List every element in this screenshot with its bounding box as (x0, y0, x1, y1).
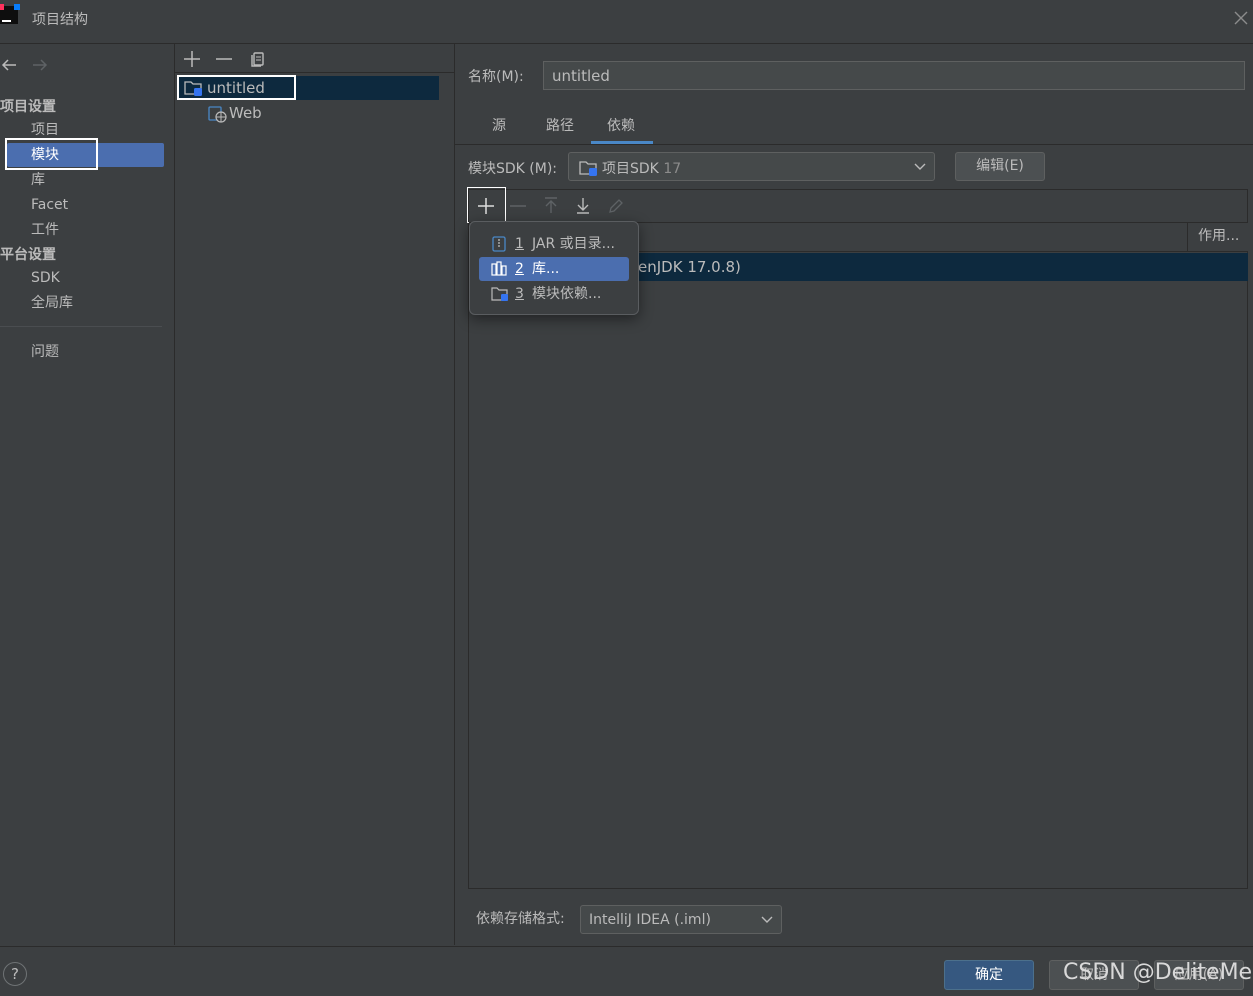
menu-item-module-dependency[interactable]: 3 模块依赖... (479, 282, 629, 306)
module-sdk-dropdown[interactable]: 项目SDK 17 (568, 152, 935, 181)
intellij-app-icon (0, 4, 20, 24)
tree-item-web[interactable]: Web (229, 104, 262, 122)
divider (0, 326, 162, 327)
sdk-value: 项目SDK (602, 161, 659, 177)
chevron-down-icon (761, 915, 773, 925)
storage-format-value: IntelliJ IDEA (.iml) (589, 912, 711, 928)
tab-sources[interactable]: 源 (492, 116, 506, 144)
web-facet-icon (208, 105, 228, 123)
highlight-box (177, 75, 296, 100)
sdk-folder-icon (579, 159, 599, 177)
plus-icon[interactable] (182, 49, 202, 69)
nav-item-sdk[interactable]: SDK (7, 266, 164, 290)
move-down-icon[interactable] (573, 196, 593, 216)
menu-mnemonic: 2 (515, 261, 524, 277)
highlight-box (467, 187, 506, 223)
nav-item-libraries[interactable]: 库 (7, 168, 164, 192)
scope-column-header[interactable]: 作用... (1187, 222, 1248, 252)
nav-item-facets[interactable]: Facet (7, 193, 164, 217)
nav-item-problems[interactable]: 问题 (7, 340, 164, 364)
menu-label: 库... (532, 261, 560, 277)
menu-label: 模块依赖... (532, 286, 602, 302)
watermark: CSDN @DeliteMe (1063, 960, 1253, 985)
module-name-input[interactable]: untitled (543, 61, 1245, 90)
help-button[interactable]: ? (3, 962, 27, 986)
nav-item-artifacts[interactable]: 工件 (7, 218, 164, 242)
ok-button[interactable]: 确定 (944, 960, 1034, 990)
sdk-version: 17 (663, 161, 682, 177)
nav-item-global-libraries[interactable]: 全局库 (7, 291, 164, 315)
storage-format-dropdown[interactable]: IntelliJ IDEA (.iml) (580, 905, 782, 934)
name-label: 名称(M): (468, 69, 524, 85)
jar-icon (491, 236, 507, 252)
edit-sdk-button[interactable]: 编辑(E) (955, 152, 1045, 181)
arrow-left-icon[interactable] (0, 56, 18, 74)
divider (175, 72, 454, 73)
dependency-jdk-label: enJDK 17.0.8) (638, 258, 741, 276)
menu-mnemonic: 1 (515, 236, 524, 252)
remove-dependency-icon[interactable] (508, 196, 528, 216)
project-settings-header: 项目设置 (0, 99, 56, 115)
module-folder-icon (491, 286, 509, 302)
move-up-icon[interactable] (541, 196, 561, 216)
tab-paths[interactable]: 路径 (546, 116, 574, 144)
window-title: 项目结构 (32, 12, 88, 28)
tab-dependencies[interactable]: 依赖 (607, 116, 635, 144)
menu-mnemonic: 3 (515, 286, 524, 302)
module-sdk-label: 模块SDK (M): (468, 161, 558, 177)
storage-format-label: 依赖存储格式: (476, 911, 565, 927)
minus-icon[interactable] (214, 49, 234, 69)
copy-icon[interactable] (248, 49, 268, 69)
add-dependency-menu: 1 JAR 或目录... 2 库... 3 模块依赖... (469, 221, 639, 315)
menu-item-library[interactable]: 2 库... (479, 257, 629, 281)
divider (455, 144, 1253, 145)
chevron-down-icon (914, 162, 926, 172)
highlight-box (5, 138, 98, 170)
platform-settings-header: 平台设置 (0, 247, 56, 263)
close-icon[interactable] (1232, 9, 1250, 27)
menu-item-jar-directory[interactable]: 1 JAR 或目录... (479, 232, 629, 256)
arrow-right-icon[interactable] (31, 56, 49, 74)
edit-pencil-icon[interactable] (606, 196, 626, 216)
library-icon (491, 261, 507, 277)
module-tree-pane (175, 44, 455, 945)
menu-label: JAR 或目录... (532, 236, 615, 252)
title-bar (0, 0, 1253, 44)
